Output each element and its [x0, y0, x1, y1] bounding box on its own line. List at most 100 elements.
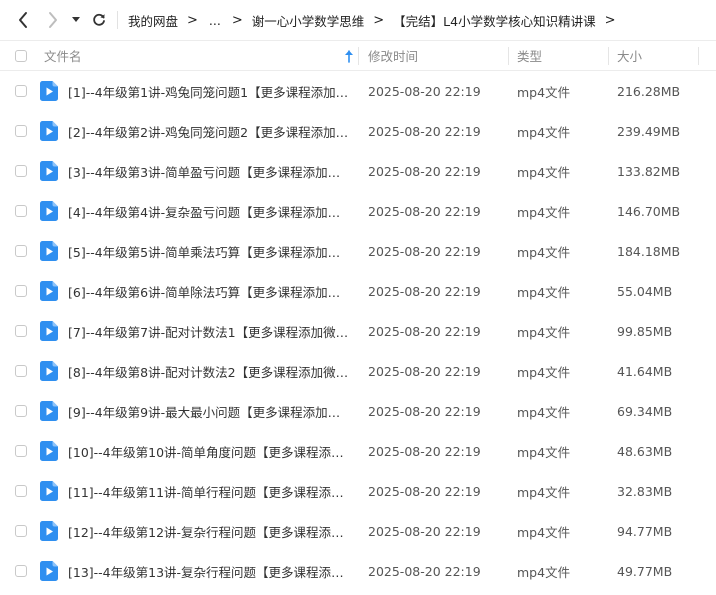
select-all-checkbox[interactable] [15, 49, 27, 62]
file-type-cell: mp4文件 [517, 511, 570, 551]
file-size-cell: 49.77MB [617, 551, 672, 591]
forward-button[interactable] [42, 8, 64, 32]
file-type: mp4文件 [517, 284, 571, 300]
file-name-cell[interactable]: [3]--4年级第3讲-简单盈亏问题【更多课程添加微... [68, 151, 350, 191]
row-checkbox[interactable] [15, 205, 27, 217]
file-modified-time: 2025-08-20 22:19 [368, 403, 481, 419]
back-button[interactable] [12, 8, 34, 32]
breadcrumb-item-root[interactable]: 我的网盘 [128, 11, 178, 30]
row-checkbox[interactable] [15, 245, 27, 257]
file-size: 146.70MB [617, 203, 681, 219]
file-name-cell[interactable]: [7]--4年级第7讲-配对计数法1【更多课程添加微信... [68, 311, 350, 351]
file-modified-time: 2025-08-20 22:19 [368, 323, 481, 339]
file-icon-cell [40, 311, 58, 351]
file-list: [1]--4年级第1讲-鸡兔同笼问题1【更多课程添加微... 2025-08-2… [0, 71, 716, 591]
table-row[interactable]: [3]--4年级第3讲-简单盈亏问题【更多课程添加微... 2025-08-20… [0, 151, 716, 191]
file-modified-time: 2025-08-20 22:19 [368, 523, 481, 539]
table-row[interactable]: [6]--4年级第6讲-简单除法巧算【更多课程添加微... 2025-08-20… [0, 271, 716, 311]
file-type: mp4文件 [517, 84, 571, 100]
file-size: 69.34MB [617, 403, 673, 419]
file-size: 239.49MB [617, 123, 681, 139]
column-header-type-label: 类型 [517, 49, 543, 64]
file-icon-cell [40, 191, 58, 231]
file-name: [11]--4年级第11讲-简单行程问题【更多课程添加... [68, 484, 350, 500]
table-row[interactable]: [8]--4年级第8讲-配对计数法2【更多课程添加微信... 2025-08-2… [0, 351, 716, 391]
row-checkbox[interactable] [15, 285, 27, 297]
video-file-icon [40, 121, 58, 141]
file-size-cell: 239.49MB [617, 111, 680, 151]
file-modified-cell: 2025-08-20 22:19 [368, 391, 481, 431]
column-header-type[interactable]: 类型 [517, 41, 542, 70]
row-checkbox[interactable] [15, 325, 27, 337]
row-checkbox[interactable] [15, 365, 27, 377]
video-file-icon [40, 441, 58, 461]
file-name-cell[interactable]: [9]--4年级第9讲-最大最小问题【更多课程添加微... [68, 391, 350, 431]
table-row[interactable]: [9]--4年级第9讲-最大最小问题【更多课程添加微... 2025-08-20… [0, 391, 716, 431]
row-checkbox[interactable] [15, 565, 27, 577]
file-icon-cell [40, 71, 58, 111]
table-row[interactable]: [7]--4年级第7讲-配对计数法1【更多课程添加微信... 2025-08-2… [0, 311, 716, 351]
column-divider[interactable] [608, 47, 609, 65]
file-modified-time: 2025-08-20 22:19 [368, 563, 481, 579]
row-checkbox-cell [15, 271, 27, 311]
column-divider[interactable] [358, 47, 359, 65]
row-checkbox[interactable] [15, 485, 27, 497]
file-name-cell[interactable]: [13]--4年级第13讲-复杂行程问题【更多课程添加... [68, 551, 350, 591]
file-name-cell[interactable]: [8]--4年级第8讲-配对计数法2【更多课程添加微信... [68, 351, 350, 391]
file-name-cell[interactable]: [10]--4年级第10讲-简单角度问题【更多课程添加... [68, 431, 350, 471]
file-name-cell[interactable]: [6]--4年级第6讲-简单除法巧算【更多课程添加微... [68, 271, 350, 311]
file-icon-cell [40, 351, 58, 391]
file-size-cell: 48.63MB [617, 431, 672, 471]
file-size: 216.28MB [617, 83, 681, 99]
table-row[interactable]: [1]--4年级第1讲-鸡兔同笼问题1【更多课程添加微... 2025-08-2… [0, 71, 716, 111]
file-type: mp4文件 [517, 124, 571, 140]
table-row[interactable]: [5]--4年级第5讲-简单乘法巧算【更多课程添加微... 2025-08-20… [0, 231, 716, 271]
file-name-cell[interactable]: [5]--4年级第5讲-简单乘法巧算【更多课程添加微... [68, 231, 350, 271]
column-header-name[interactable]: 文件名 [44, 41, 358, 70]
row-checkbox[interactable] [15, 405, 27, 417]
column-header-size[interactable]: 大小 [617, 41, 642, 70]
video-file-icon [40, 281, 58, 301]
column-header-modified[interactable]: 修改时间 [368, 41, 418, 70]
file-size-cell: 55.04MB [617, 271, 672, 311]
row-checkbox-cell [15, 231, 27, 271]
file-name-cell[interactable]: [12]--4年级第12讲-复杂行程问题【更多课程添加... [68, 511, 350, 551]
breadcrumb-item-ellipsis[interactable]: ... [207, 13, 223, 28]
file-name-cell[interactable]: [4]--4年级第4讲-复杂盈亏问题【更多课程添加微... [68, 191, 350, 231]
file-modified-time: 2025-08-20 22:19 [368, 483, 481, 499]
file-modified-time: 2025-08-20 22:19 [368, 203, 481, 219]
table-row[interactable]: [11]--4年级第11讲-简单行程问题【更多课程添加... 2025-08-2… [0, 471, 716, 511]
caret-down-icon [72, 17, 80, 22]
table-row[interactable]: [13]--4年级第13讲-复杂行程问题【更多课程添加... 2025-08-2… [0, 551, 716, 591]
breadcrumb-item-current[interactable]: 【完结】L4小学数学核心知识精讲课 [393, 11, 595, 30]
table-row[interactable]: [4]--4年级第4讲-复杂盈亏问题【更多课程添加微... 2025-08-20… [0, 191, 716, 231]
refresh-button[interactable] [88, 8, 110, 32]
row-checkbox[interactable] [15, 125, 27, 137]
breadcrumb-item-parent[interactable]: 谢一心小学数学思维 [252, 11, 365, 30]
file-name: [6]--4年级第6讲-简单除法巧算【更多课程添加微... [68, 284, 350, 300]
file-name-cell[interactable]: [1]--4年级第1讲-鸡兔同笼问题1【更多课程添加微... [68, 71, 350, 111]
column-divider[interactable] [698, 47, 699, 65]
file-type: mp4文件 [517, 444, 571, 460]
table-row[interactable]: [2]--4年级第2讲-鸡兔同笼问题2【更多课程添加微... 2025-08-2… [0, 111, 716, 151]
row-checkbox-cell [15, 191, 27, 231]
file-name: [3]--4年级第3讲-简单盈亏问题【更多课程添加微... [68, 164, 350, 180]
row-checkbox[interactable] [15, 525, 27, 537]
row-checkbox[interactable] [15, 165, 27, 177]
file-name-cell[interactable]: [11]--4年级第11讲-简单行程问题【更多课程添加... [68, 471, 350, 511]
file-icon-cell [40, 511, 58, 551]
file-name-cell[interactable]: [2]--4年级第2讲-鸡兔同笼问题2【更多课程添加微... [68, 111, 350, 151]
select-all-cell [15, 41, 27, 70]
table-row[interactable]: [10]--4年级第10讲-简单角度问题【更多课程添加... 2025-08-2… [0, 431, 716, 471]
column-divider[interactable] [508, 47, 509, 65]
row-checkbox[interactable] [15, 85, 27, 97]
refresh-icon [93, 13, 105, 26]
file-name: [7]--4年级第7讲-配对计数法1【更多课程添加微信... [68, 324, 350, 340]
file-name: [1]--4年级第1讲-鸡兔同笼问题1【更多课程添加微... [68, 84, 350, 100]
table-row[interactable]: [12]--4年级第12讲-复杂行程问题【更多课程添加... 2025-08-2… [0, 511, 716, 551]
file-modified-time: 2025-08-20 22:19 [368, 163, 481, 179]
history-dropdown-button[interactable] [68, 8, 84, 32]
file-modified-cell: 2025-08-20 22:19 [368, 351, 481, 391]
sort-up-arrow-icon[interactable] [343, 49, 355, 63]
row-checkbox[interactable] [15, 445, 27, 457]
